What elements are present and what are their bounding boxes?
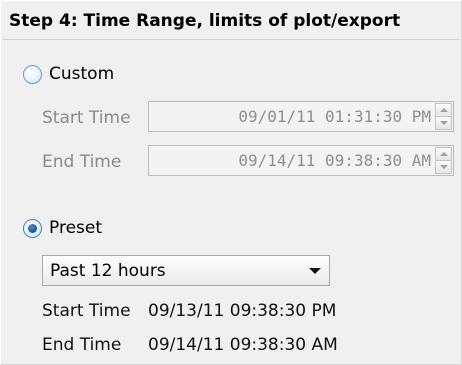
radio-selected-dot: [28, 223, 37, 233]
custom-start-time-field[interactable]: 09/01/11 01:31:30 PM: [148, 101, 454, 132]
custom-start-time-decrement-button[interactable]: [435, 117, 452, 130]
custom-end-time-decrement-button[interactable]: [435, 161, 452, 174]
custom-radio-button[interactable]: [23, 64, 42, 84]
custom-radio-label: Custom: [49, 64, 115, 84]
custom-end-time-field[interactable]: 09/14/11 09:38:30 AM: [148, 145, 454, 176]
custom-start-time-label: Start Time: [42, 108, 131, 128]
chevron-down-icon: [439, 165, 448, 169]
preset-radio-button[interactable]: [23, 218, 42, 238]
preset-end-time-value: 09/14/11 09:38:30 AM: [148, 335, 338, 355]
chevron-up-icon: [439, 152, 448, 156]
custom-end-time-increment-button[interactable]: [435, 147, 452, 161]
chevron-down-icon: [439, 121, 448, 125]
preset-radio-label: Preset: [49, 218, 103, 238]
custom-end-time-spinner[interactable]: [435, 147, 452, 174]
caret-down-icon: [309, 268, 321, 274]
title-divider: [3, 39, 459, 40]
preset-start-time-value: 09/13/11 09:38:30 PM: [148, 301, 337, 321]
custom-radio-option[interactable]: Custom: [23, 64, 114, 84]
time-range-panel: Step 4: Time Range, limits of plot/expor…: [0, 0, 462, 365]
custom-start-time-spinner[interactable]: [435, 103, 452, 130]
preset-end-time-label: End Time: [42, 335, 122, 355]
step-title: Step 4: Time Range, limits of plot/expor…: [9, 11, 401, 31]
custom-start-time-increment-button[interactable]: [435, 103, 452, 117]
custom-end-time-value[interactable]: 09/14/11 09:38:30 AM: [238, 151, 431, 170]
custom-end-time-label: End Time: [42, 152, 122, 172]
chevron-up-icon: [439, 108, 448, 112]
preset-range-selected-value: Past 12 hours: [50, 261, 166, 281]
preset-range-dropdown[interactable]: Past 12 hours: [42, 255, 330, 286]
custom-start-time-value[interactable]: 09/01/11 01:31:30 PM: [238, 107, 431, 126]
preset-start-time-label: Start Time: [42, 301, 131, 321]
preset-radio-option[interactable]: Preset: [23, 218, 102, 238]
